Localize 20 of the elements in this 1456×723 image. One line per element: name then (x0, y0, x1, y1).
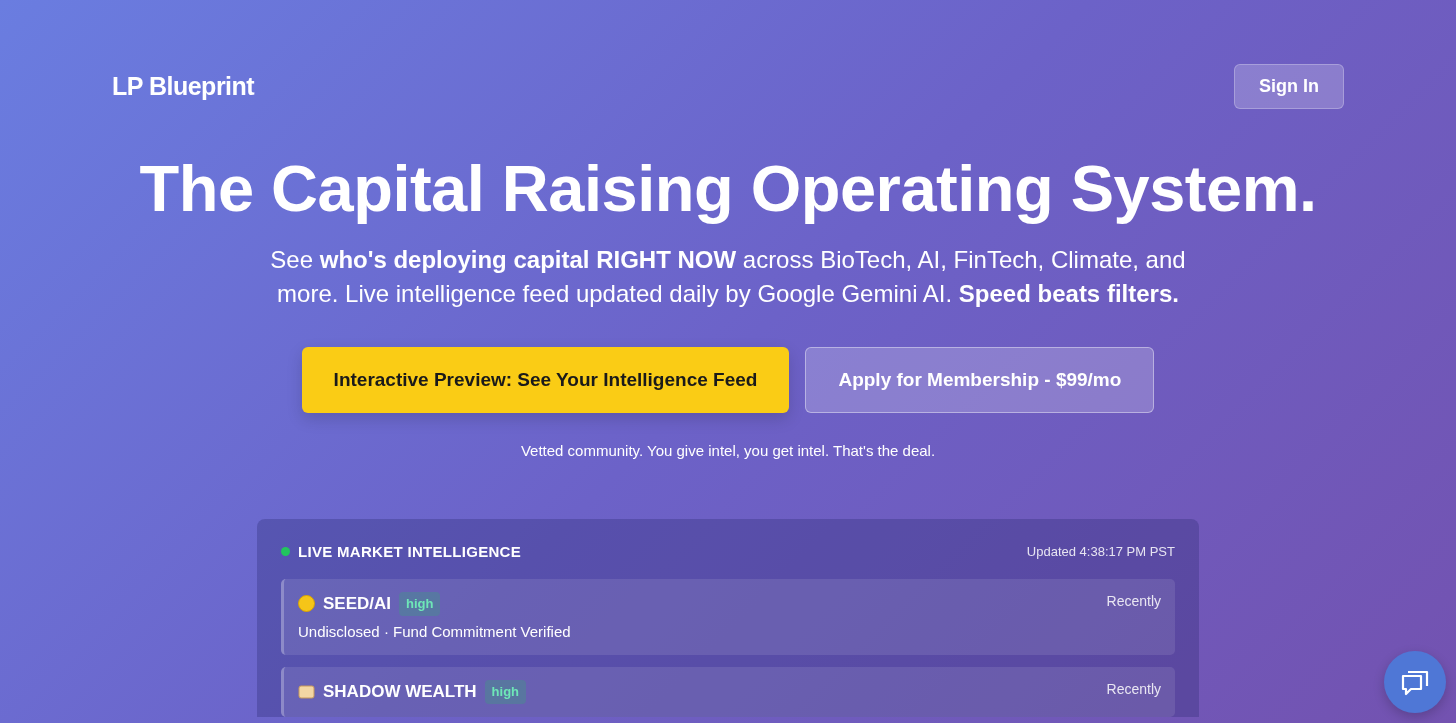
tagline: Vetted community. You give intel, you get intel. That's the deal. (519, 441, 937, 461)
sign-in-button[interactable]: Sign In (1234, 64, 1344, 109)
hero-subtitle: See who's deploying capital RIGHT NOW across BioTech, AI, FinTech, Climate, and more. Live intelligence feed updated daily by Google Gemini AI. Speed beats filters. (269, 244, 1187, 309)
coin-icon (298, 595, 315, 613)
item-time: Recently (1106, 592, 1161, 611)
updated-time: Updated 4:38:17 PM PST (1026, 543, 1175, 561)
preview-button[interactable]: Interactive Preview: See Your Intelligence Feed (301, 346, 790, 413)
item-detail: Undisclosed · Fund Commitment Verified (298, 621, 572, 642)
hero-headline: The Capital Raising Operating System. (138, 153, 1318, 225)
item-time: Recently (1106, 680, 1161, 699)
item-title: SHADOW WEALTH (323, 681, 477, 703)
item-title: SEED/AI (323, 593, 392, 615)
priority-tag: high (399, 592, 441, 616)
brand-logo[interactable]: LP Blueprint (112, 67, 255, 106)
chat-button[interactable] (1384, 651, 1446, 713)
feed-item[interactable]: SEED/AI high Recently Undisclosed · Fund Commitment Verified (281, 579, 1175, 655)
priority-tag: high (484, 680, 527, 704)
feed-item[interactable]: SHADOW WEALTH high Recently (281, 667, 1175, 717)
feed-title: LIVE MARKET INTELLIGENCE (298, 541, 522, 562)
apply-button[interactable]: Apply for Membership - $99/mo (805, 346, 1155, 413)
